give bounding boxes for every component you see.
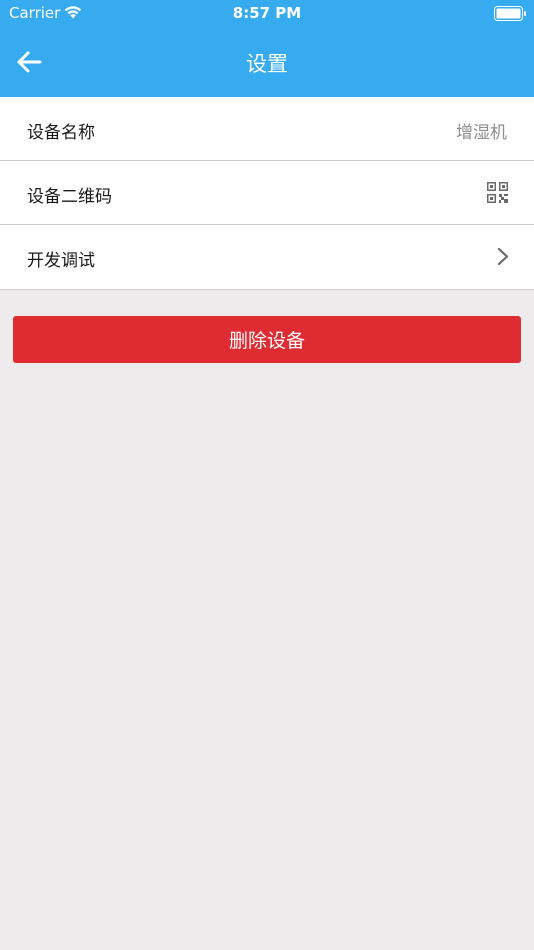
page-title: 设置: [246, 52, 288, 76]
delete-device-button[interactable]: 删除设备: [13, 316, 521, 363]
developer-debug-label: 开发调试: [27, 251, 95, 271]
navigation-bar: 设置: [0, 30, 534, 97]
developer-debug-row[interactable]: 开发调试: [0, 225, 534, 290]
settings-list: 设备名称 增湿机 设备二维码 开发调试: [0, 97, 534, 290]
device-name-row[interactable]: 设备名称 增湿机: [0, 97, 534, 161]
status-time: 8:57 PM: [232, 4, 302, 22]
device-qr-code-row[interactable]: 设备二维码: [0, 161, 534, 225]
device-name-value: 增湿机: [456, 123, 507, 143]
device-name-label: 设备名称: [27, 123, 95, 143]
top-bar: Carrier 8:57 PM 设置: [0, 0, 534, 97]
status-bar: Carrier 8:57 PM: [0, 0, 534, 30]
device-qr-code-label: 设备二维码: [27, 187, 112, 207]
battery-full-icon: [494, 6, 526, 21]
chevron-right-icon: [497, 247, 509, 266]
qr-code-icon: [487, 182, 508, 203]
